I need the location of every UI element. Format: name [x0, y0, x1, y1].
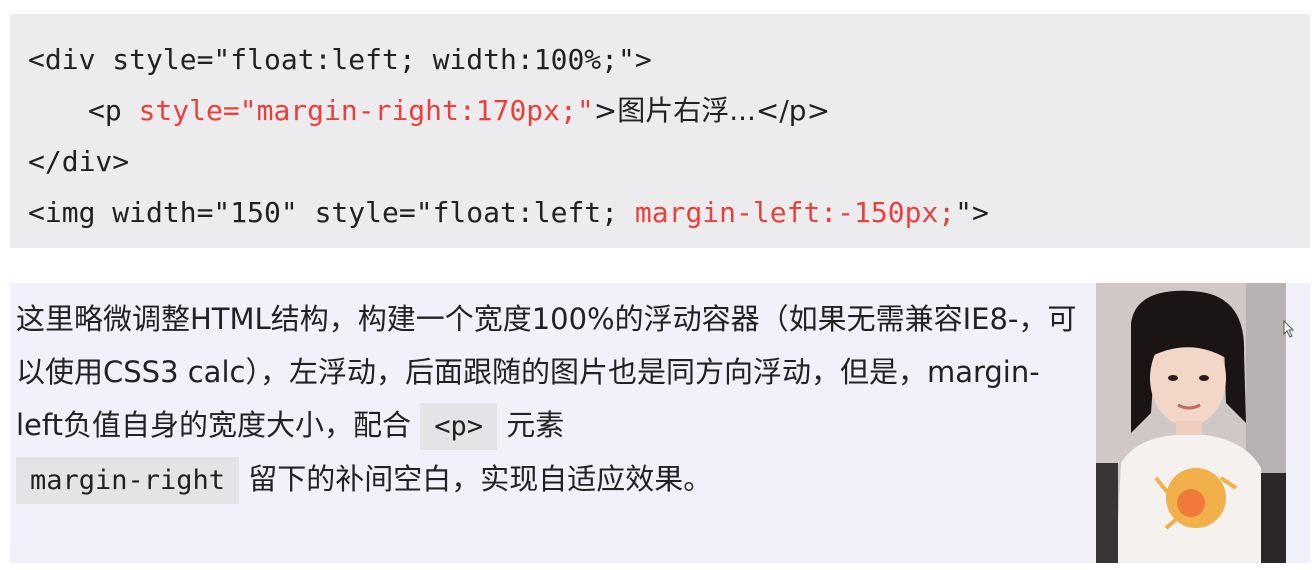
- portrait-photo: [1096, 283, 1286, 563]
- demo-text-part3: 留下的补间空白，实现自适应效果。: [248, 462, 713, 496]
- demo-text-part2: 元素: [506, 408, 565, 442]
- code-line-2-prefix: <p: [88, 94, 139, 127]
- code-line-2-suffix: >图片右浮...</p>: [593, 94, 831, 127]
- portrait-illustration: [1096, 283, 1286, 563]
- inline-code-margin-right: margin-right: [16, 457, 240, 504]
- code-line-4-prefix: <img width="150" style="float:left;: [28, 196, 635, 229]
- demo-paragraph: 这里略微调整HTML结构，构建一个宽度100%的浮动容器（如果无需兼容IE8-，…: [16, 293, 1081, 507]
- code-line-1-text: <div style="float:left; width:100%;">: [28, 43, 652, 76]
- code-line-4-highlight: margin-left:-150px;: [634, 196, 956, 229]
- inline-code-p-tag: <p>: [420, 403, 497, 450]
- code-line-2-highlight: style="margin-right:170px;": [138, 94, 594, 127]
- demo-area: 这里略微调整HTML结构，构建一个宽度100%的浮动容器（如果无需兼容IE8-，…: [10, 283, 1310, 563]
- code-line-3-text: </div>: [28, 145, 130, 178]
- code-block: <div style="float:left; width:100%;"> <p…: [10, 14, 1310, 248]
- code-line-4-suffix: ">: [955, 196, 989, 229]
- code-line-3: </div>: [28, 136, 1310, 187]
- code-line-1: <div style="float:left; width:100%;">: [28, 34, 1310, 85]
- code-line-4: <img width="150" style="float:left; marg…: [28, 187, 1310, 238]
- code-line-2: <p style="margin-right:170px;">图片右浮...</…: [28, 85, 1310, 136]
- mouse-cursor-icon: [1283, 320, 1295, 338]
